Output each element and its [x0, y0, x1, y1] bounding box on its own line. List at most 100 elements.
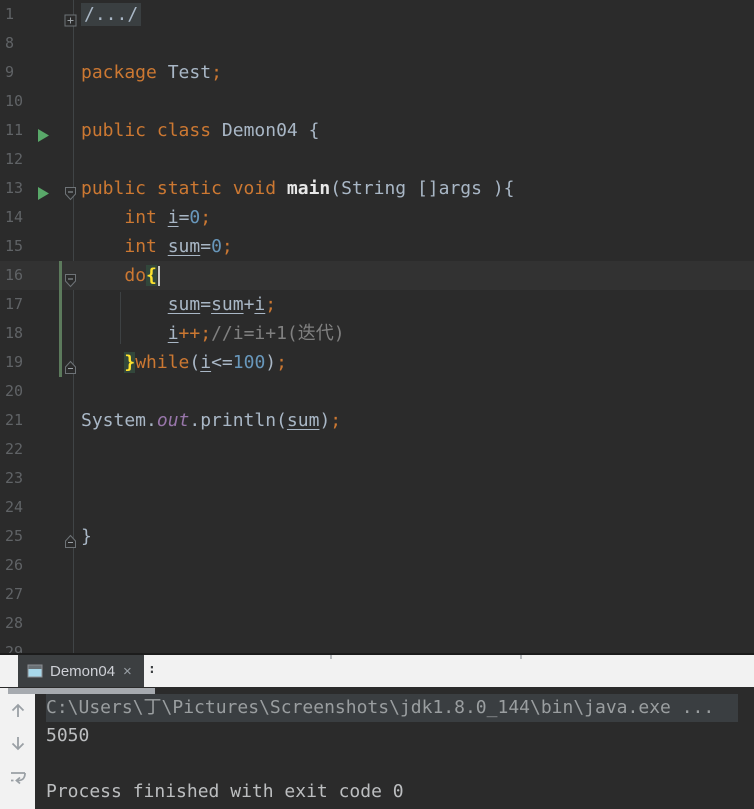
tab-close-icon[interactable]: × [123, 663, 132, 680]
code-editor[interactable]: 1 /.../ 8 9 package Test; 10 11 public class De… [0, 0, 754, 653]
token-pl: = [200, 294, 212, 315]
fold-collapse-down-icon[interactable] [64, 186, 77, 201]
line-number[interactable]: 29 [5, 638, 23, 653]
line-number[interactable]: 12 [5, 145, 23, 174]
code-text: public class Demon04 { [81, 116, 754, 145]
code-line-29[interactable]: 29 [0, 638, 754, 653]
token-kw: public class [81, 120, 222, 141]
code-line-9[interactable]: 9 package Test; [0, 58, 754, 87]
token-pl: = [200, 236, 212, 257]
token-pl: } [81, 526, 92, 547]
line-number[interactable]: 17 [5, 290, 23, 319]
token-varu: i [167, 323, 179, 344]
code-text: sum=sum+i; [81, 290, 754, 319]
line-number[interactable]: 27 [5, 580, 23, 609]
code-line-12[interactable]: 12 [0, 145, 754, 174]
code-line-19[interactable]: 19 }while(i<=100); [0, 348, 754, 377]
fold-collapse-down-icon[interactable] [64, 273, 77, 288]
token-kw: ++ [178, 323, 201, 344]
line-number[interactable]: 13 [5, 174, 23, 203]
token-pl: <= [211, 352, 233, 373]
line-number[interactable]: 15 [5, 232, 23, 261]
line-number[interactable]: 1 [5, 0, 14, 29]
run-arrow-icon[interactable] [36, 128, 50, 143]
scroll-to-top-icon[interactable] [8, 700, 28, 720]
code-line-21[interactable]: 21 System.out.println(sum); [0, 406, 754, 435]
code-line-26[interactable]: 26 [0, 551, 754, 580]
line-number[interactable]: 18 [5, 319, 23, 348]
token-kw: int [124, 236, 168, 257]
console-line-stdout: 5050 [46, 725, 90, 746]
vcs-change-marker [59, 261, 62, 377]
line-number[interactable]: 14 [5, 203, 23, 232]
code-line-28[interactable]: 28 [0, 609, 754, 638]
code-line-24[interactable]: 24 [0, 493, 754, 522]
horizontal-scrollbar-thumb[interactable] [8, 688, 155, 694]
code-line-10[interactable]: 10 [0, 87, 754, 116]
token-kw: package [81, 62, 168, 83]
line-number[interactable]: 23 [5, 464, 23, 493]
code-line-17[interactable]: 17 sum=sum+i; [0, 290, 754, 319]
token-semi: ; [330, 410, 342, 431]
line-number[interactable]: 10 [5, 87, 23, 116]
token-varu: i [200, 352, 212, 373]
code-line-11[interactable]: 11 public class Demon04 { [0, 116, 754, 145]
fold-collapse-up-icon[interactable] [64, 360, 77, 375]
token-num: 100 [232, 352, 266, 373]
run-tab-demon04[interactable]: Demon04 × [18, 655, 144, 687]
fold-expand-icon[interactable] [64, 14, 77, 27]
code-line-13[interactable]: 13 public static void main(String []args … [0, 174, 754, 203]
code-text: } [81, 522, 754, 551]
line-number[interactable]: 25 [5, 522, 23, 551]
code-text: int sum=0; [81, 232, 754, 261]
code-line-27[interactable]: 27 [0, 580, 754, 609]
code-text: package Test; [81, 58, 754, 87]
console-line-system: Process finished with exit code 0 [46, 781, 404, 802]
code-line-23[interactable]: 23 [0, 464, 754, 493]
code-text: int i=0; [81, 203, 754, 232]
code-line-8[interactable]: 8 [0, 29, 754, 58]
line-number[interactable]: 8 [5, 29, 14, 58]
soft-wrap-icon[interactable] [8, 768, 28, 788]
line-number[interactable]: 26 [5, 551, 23, 580]
line-number[interactable]: 9 [5, 58, 14, 87]
token-pl: System. [81, 410, 157, 431]
line-number[interactable]: 21 [5, 406, 23, 435]
console-output[interactable]: C:\Users\丁\Pictures\Screenshots\jdk1.8.0… [35, 688, 754, 809]
code-text: public static void main(String []args ){ [81, 174, 754, 203]
line-number[interactable]: 28 [5, 609, 23, 638]
code-line-14[interactable]: 14 int i=0; [0, 203, 754, 232]
code-line-18[interactable]: 18 i++;//i=i+1(迭代) [0, 319, 754, 348]
line-number[interactable]: 19 [5, 348, 23, 377]
token-semi: ; [276, 352, 287, 373]
token-varu: i [167, 207, 179, 228]
line-number[interactable]: 22 [5, 435, 23, 464]
scroll-to-bottom-icon[interactable] [8, 734, 28, 754]
code-line-20[interactable]: 20 [0, 377, 754, 406]
console-line-stdout [46, 750, 754, 778]
code-line-1[interactable]: 1 /.../ [0, 0, 754, 29]
token-kw: while [135, 352, 190, 373]
token-field: out [156, 410, 190, 431]
token-pl: ) [319, 410, 331, 431]
tab-label: Demon04 [50, 662, 116, 680]
line-number[interactable]: 24 [5, 493, 23, 522]
line-number[interactable]: 16 [5, 261, 23, 290]
code-line-16[interactable]: 16 do{ [0, 261, 754, 290]
token-semi: ; [265, 294, 277, 315]
line-number[interactable]: 20 [5, 377, 23, 406]
run-arrow-icon[interactable] [36, 186, 50, 201]
token-varu: i [254, 294, 266, 315]
line-number[interactable]: 11 [5, 116, 23, 145]
token-num: 0 [211, 236, 222, 257]
code-line-15[interactable]: 15 int sum=0; [0, 232, 754, 261]
fold-collapse-up-icon[interactable] [64, 534, 77, 549]
code-line-22[interactable]: 22 [0, 435, 754, 464]
code-line-25[interactable]: 25} [0, 522, 754, 551]
token-pl: Demon04 { [221, 120, 320, 141]
